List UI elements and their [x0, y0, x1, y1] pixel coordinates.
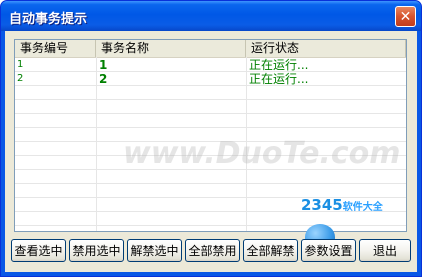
task-reminder-window: 自动事务提示 ✕ 事务编号 事务名称 运行状态 1 1 正在运行... 2 2 … — [0, 0, 422, 277]
disable-selected-button[interactable]: 禁用选中 — [69, 239, 124, 262]
enable-selected-button[interactable]: 解禁选中 — [127, 239, 182, 262]
brand-suffix: 软件大全 — [342, 202, 383, 213]
run-status-cell: 正在运行... — [249, 58, 309, 72]
column-header-task-name[interactable]: 事务名称 — [96, 40, 246, 57]
view-selected-button[interactable]: 查看选中 — [11, 239, 66, 262]
exit-button[interactable]: 退出 — [359, 239, 411, 262]
run-status-cell: 正在运行... — [249, 72, 309, 86]
task-name-cell: 1 — [99, 58, 108, 72]
disable-all-button[interactable]: 全部禁用 — [185, 239, 240, 262]
column-header-run-status[interactable]: 运行状态 — [246, 40, 406, 57]
task-id-cell: 2 — [17, 73, 24, 84]
task-id-cell: 1 — [17, 59, 24, 70]
title-bar[interactable]: 自动事务提示 ✕ — [1, 1, 421, 31]
enable-all-button[interactable]: 全部解禁 — [243, 239, 298, 262]
close-button[interactable]: ✕ — [395, 6, 416, 27]
watermark-text: www.DuoTe.com — [123, 136, 401, 171]
settings-button[interactable]: 参数设置 — [301, 239, 356, 262]
grid-line — [15, 225, 406, 226]
grid-line — [15, 127, 406, 128]
grid-line — [15, 183, 406, 184]
list-header: 事务编号 事务名称 运行状态 — [15, 40, 406, 58]
dialog-body: 事务编号 事务名称 运行状态 1 1 正在运行... 2 2 正在运行... w… — [5, 31, 417, 272]
task-name-cell: 2 — [99, 72, 108, 86]
window-title: 自动事务提示 — [9, 12, 88, 27]
close-icon: ✕ — [399, 8, 412, 25]
column-header-task-id[interactable]: 事务编号 — [15, 40, 96, 57]
table-row[interactable]: 1 1 正在运行... — [15, 58, 406, 72]
brand-logo: 2345软件大全 — [301, 196, 383, 214]
brand-number: 2345 — [301, 196, 343, 214]
grid-line — [15, 99, 406, 100]
grid-line — [15, 113, 406, 114]
table-row[interactable]: 2 2 正在运行... — [15, 72, 406, 86]
